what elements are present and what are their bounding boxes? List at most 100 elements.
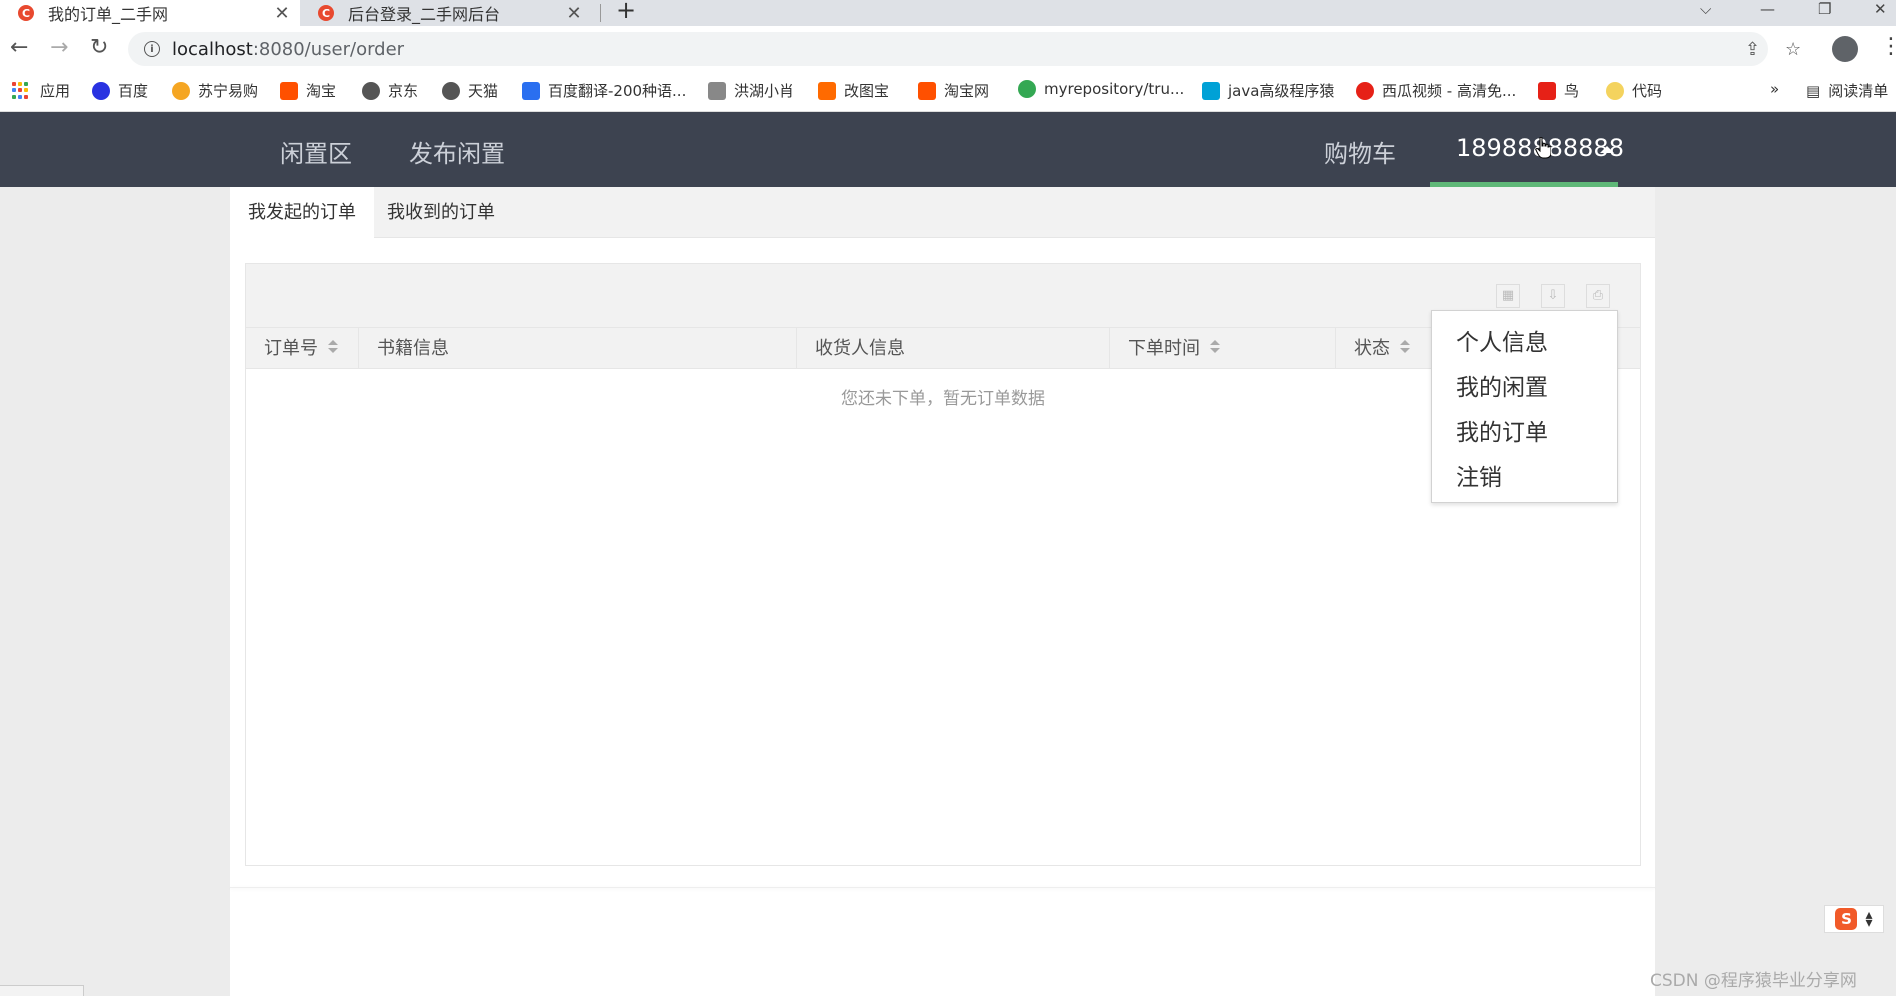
bookmark-item[interactable]: myrepository/tru... bbox=[1018, 80, 1184, 98]
bookmark-label: 西瓜视频 - 高清免... bbox=[1382, 82, 1517, 100]
bookmark-site-icon bbox=[1606, 81, 1624, 100]
bookmark-label: java高级程序猿 bbox=[1228, 82, 1335, 100]
tab-search-icon[interactable]: ⌵ bbox=[1700, 0, 1711, 18]
reading-list-label: 阅读清单 bbox=[1828, 82, 1889, 100]
ime-toolbar[interactable]: S ▴ ▾ bbox=[1824, 905, 1884, 933]
bookmark-item[interactable]: 改图宝 bbox=[818, 80, 889, 101]
bookmark-label: 淘宝网 bbox=[944, 82, 990, 100]
menu-item-logout[interactable]: 注销 bbox=[1432, 456, 1617, 501]
taobao-icon bbox=[280, 81, 298, 100]
url-bar[interactable]: i localhost:8080/user/order bbox=[128, 32, 1768, 66]
bookmark-item[interactable]: 鸟 bbox=[1538, 80, 1579, 101]
top-navbar: 闲置区 发布闲置 购物车 18988888888 bbox=[0, 112, 1896, 187]
ime-menu-icon[interactable]: ▴ ▾ bbox=[1865, 908, 1872, 930]
sort-icon[interactable] bbox=[1210, 340, 1220, 354]
url-host: localhost bbox=[172, 38, 253, 60]
nav-link-cart[interactable]: 购物车 bbox=[1324, 134, 1396, 169]
profile-avatar-icon[interactable] bbox=[1832, 36, 1858, 62]
orders-panel: 我发起的订单 我收到的订单 ▦ ⇩ ⎙ 订单号 书籍信息 收货人信息 下单时间 … bbox=[230, 187, 1655, 996]
bookmark-item[interactable]: 淘宝网 bbox=[918, 80, 989, 101]
reload-icon[interactable]: ↻ bbox=[90, 36, 108, 60]
column-status[interactable]: 状态 bbox=[1336, 328, 1442, 369]
site-favicon-icon: C bbox=[18, 5, 34, 21]
new-tab-button[interactable]: + bbox=[616, 0, 636, 22]
mouse-pointer-icon bbox=[1535, 137, 1551, 159]
export-icon[interactable]: ⇩ bbox=[1541, 284, 1565, 308]
translate-icon bbox=[522, 81, 540, 100]
filter-columns-icon[interactable]: ▦ bbox=[1496, 284, 1520, 308]
bookmark-item[interactable]: java高级程序猿 bbox=[1202, 80, 1334, 101]
sogou-ime-icon: S bbox=[1835, 908, 1858, 930]
back-icon[interactable]: ← bbox=[10, 36, 28, 60]
column-order-number[interactable]: 订单号 bbox=[246, 328, 359, 369]
sort-icon[interactable] bbox=[328, 340, 338, 354]
tab-my-orders-sent[interactable]: 我发起的订单 bbox=[230, 187, 374, 239]
site-info-icon[interactable]: i bbox=[144, 41, 160, 57]
bookmark-item[interactable]: 淘宝 bbox=[280, 80, 336, 101]
tab-close-icon[interactable]: ✕ bbox=[564, 3, 584, 24]
apps-grid-icon bbox=[12, 81, 30, 100]
bilibili-icon bbox=[1202, 81, 1220, 100]
bookmarks-more-button[interactable]: » bbox=[1770, 80, 1779, 98]
taobao-icon bbox=[918, 81, 936, 100]
page: 闲置区 发布闲置 购物车 18988888888 我发起的订单 我收到的订单 ▦… bbox=[0, 112, 1896, 996]
reading-list[interactable]: ▤ 阅读清单 bbox=[1806, 80, 1888, 101]
address-toolbar: ← → ↻ i localhost:8080/user/order ⇪ ☆ ⋮ bbox=[0, 26, 1896, 70]
bookmark-item[interactable]: 西瓜视频 - 高清免... bbox=[1356, 80, 1516, 101]
tab-close-icon[interactable]: ✕ bbox=[272, 3, 292, 24]
tab-separator bbox=[600, 4, 601, 22]
bookmark-star-icon[interactable]: ☆ bbox=[1785, 39, 1801, 60]
window-close-icon[interactable]: ✕ bbox=[1874, 0, 1887, 18]
minimize-icon[interactable]: — bbox=[1760, 0, 1775, 18]
browser-menu-icon[interactable]: ⋮ bbox=[1880, 34, 1896, 59]
bookmark-site-icon bbox=[708, 81, 726, 100]
globe-icon bbox=[362, 81, 380, 100]
share-icon[interactable]: ⇪ bbox=[1745, 39, 1760, 60]
chrome-icon bbox=[1018, 80, 1036, 98]
bookmark-item[interactable]: 百度翻译-200种语... bbox=[522, 80, 686, 101]
site-favicon-icon: C bbox=[318, 5, 334, 21]
menu-item-profile[interactable]: 个人信息 bbox=[1432, 321, 1617, 366]
bookmark-item[interactable]: 天猫 bbox=[442, 80, 498, 101]
bookmark-label: 代码 bbox=[1632, 82, 1663, 100]
column-label: 下单时间 bbox=[1128, 338, 1200, 359]
browser-tab-active[interactable]: C 我的订单_二手网 ✕ bbox=[0, 0, 300, 26]
url-path: :8080/user/order bbox=[252, 38, 405, 60]
print-icon[interactable]: ⎙ bbox=[1586, 284, 1610, 308]
menu-item-my-orders[interactable]: 我的订单 bbox=[1432, 411, 1617, 456]
forward-icon[interactable]: → bbox=[50, 36, 68, 60]
bookmark-label: 百度翻译-200种语... bbox=[548, 82, 687, 100]
column-label: 状态 bbox=[1354, 338, 1390, 359]
bookmark-label: myrepository/tru... bbox=[1044, 80, 1185, 98]
globe-icon bbox=[442, 81, 460, 100]
browser-tab-inactive[interactable]: C 后台登录_二手网后台 ✕ bbox=[302, 0, 592, 26]
nav-user-menu[interactable]: 18988888888 bbox=[1430, 112, 1624, 187]
nav-link-publish[interactable]: 发布闲置 bbox=[409, 134, 505, 169]
bookmark-label: 天猫 bbox=[468, 82, 499, 100]
bookmark-item[interactable]: 百度 bbox=[92, 80, 148, 101]
sort-icon[interactable] bbox=[1400, 340, 1410, 354]
bookmark-label: 应用 bbox=[40, 82, 71, 100]
bookmark-label: 鸟 bbox=[1564, 82, 1580, 100]
tab-my-orders-received[interactable]: 我收到的订单 bbox=[369, 187, 513, 238]
column-order-time[interactable]: 下单时间 bbox=[1110, 328, 1336, 369]
bookmark-site-icon bbox=[818, 81, 836, 100]
bookmark-label: 京东 bbox=[388, 82, 419, 100]
user-dropdown-menu: 个人信息 我的闲置 我的订单 注销 bbox=[1431, 310, 1618, 503]
caret-up-icon bbox=[1600, 146, 1614, 153]
menu-item-my-idle[interactable]: 我的闲置 bbox=[1432, 366, 1617, 411]
bookmark-item[interactable]: 苏宁易购 bbox=[172, 80, 258, 101]
tab-title: 我的订单_二手网 bbox=[48, 5, 169, 24]
maximize-icon[interactable]: ❐ bbox=[1818, 0, 1831, 18]
watermark: CSDN @程序猿毕业分享网 bbox=[1650, 971, 1857, 991]
browser-tab-strip: C 我的订单_二手网 ✕ C 后台登录_二手网后台 ✕ + ⌵ — ❐ ✕ bbox=[0, 0, 1896, 26]
column-label: 订单号 bbox=[264, 338, 318, 359]
bookmark-label: 百度 bbox=[118, 82, 149, 100]
bookmark-apps[interactable]: 应用 bbox=[12, 80, 70, 101]
bookmark-label: 苏宁易购 bbox=[198, 82, 259, 100]
bookmark-item[interactable]: 京东 bbox=[362, 80, 418, 101]
nav-link-idle-zone[interactable]: 闲置区 bbox=[280, 134, 352, 169]
bird-icon bbox=[1538, 81, 1556, 100]
bookmark-item[interactable]: 洪湖小肖 bbox=[708, 80, 794, 101]
bookmark-item[interactable]: 代码 bbox=[1606, 80, 1662, 101]
